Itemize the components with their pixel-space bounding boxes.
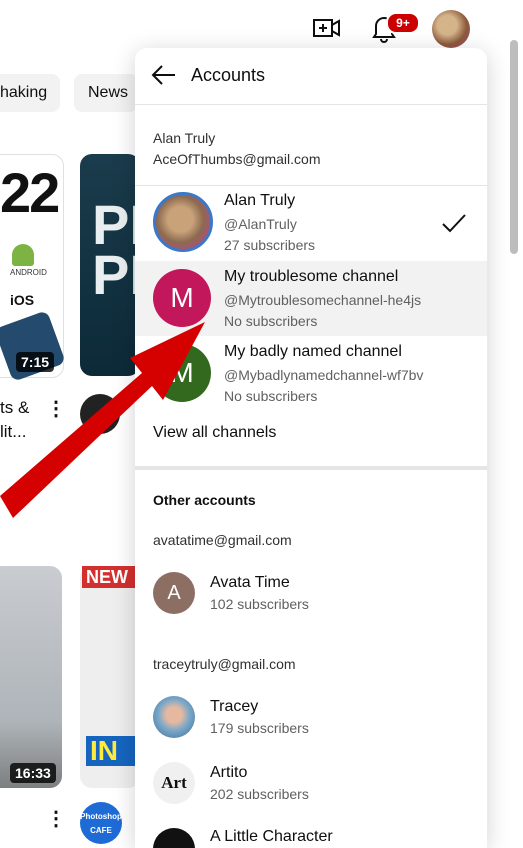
channel-handle: @Mybadlynamedchannel-wf7bv [224,367,424,383]
channel-item-alan-truly[interactable]: Alan Truly @AlanTruly 27 subscribers [135,186,487,261]
channel-name: Alan Truly [224,192,296,209]
avatar: A [153,572,195,614]
video-thumbnail[interactable] [0,566,62,788]
account-email: traceytruly@gmail.com [153,656,296,672]
divider [135,466,487,470]
account-name: Artito [210,764,248,781]
view-all-channels-link[interactable]: View all channels [153,424,276,442]
channel-avatar[interactable]: Photoshop CAFE [80,802,122,844]
filter-chip-news[interactable]: News [74,74,138,112]
avatar [153,192,213,252]
account-subscribers: 202 subscribers [210,786,309,802]
back-arrow-icon[interactable] [151,62,177,88]
thumbnail-text: 22 [0,161,60,224]
channel-subscribers: No subscribers [224,388,318,404]
channel-name: My troublesome channel [224,268,399,285]
other-accounts-header: Other accounts [153,492,256,508]
create-video-icon[interactable] [312,14,342,42]
filter-chip[interactable]: haking [0,74,60,112]
accounts-panel: Accounts Alan Truly AceOfThumbs@gmail.co… [135,48,487,848]
scrollbar[interactable] [510,40,518,254]
thumbnail-text: ANDROID [10,268,47,277]
account-email: avatatime@gmail.com [153,532,292,548]
channel-item-my-troublesome-channel[interactable]: M My troublesome channel @Mytroublesomec… [135,261,487,336]
panel-title: Accounts [191,65,266,85]
account-subscribers: 102 subscribers [210,596,309,612]
channel-avatar[interactable] [80,394,120,434]
channel-name: My badly named channel [224,343,402,360]
account-name: A Little Character [210,828,333,845]
current-account-email: AceOfThumbs@gmail.com [153,151,321,167]
thumbnail-banner: NEW [82,566,142,588]
account-subscribers: 179 subscribers [210,720,309,736]
notification-badge: 9+ [386,12,420,34]
account-name: Avata Time [210,574,290,591]
channel-handle: @AlanTruly [224,216,297,232]
panel-header: Accounts [135,48,487,105]
video-title-line: lit... [0,422,27,441]
android-icon [12,244,34,266]
check-icon [442,214,466,233]
channel-subscribers: No subscribers [224,313,318,329]
avatar [153,828,195,848]
channel-handle: @Mytroublesomechannel-he4js [224,292,422,308]
video-duration: 7:15 [16,352,55,372]
account-avatar-button[interactable] [432,10,470,48]
current-account-name: Alan Truly [153,130,216,146]
thumbnail-banner: IN [86,736,142,766]
avatar: M [153,344,211,402]
channel-subscribers: 27 subscribers [224,237,316,253]
video-title[interactable]: ts & lit... [0,396,29,444]
video-title-line: ts & [0,398,30,417]
more-options-icon[interactable]: ⋮ [46,396,66,421]
video-duration: 16:33 [10,763,56,783]
avatar [153,696,195,738]
more-options-icon[interactable]: ⋮ [46,806,66,831]
avatar: M [153,269,211,327]
account-name: Tracey [210,698,259,715]
channel-item-my-badly-named-channel[interactable]: M My badly named channel @Mybadlynamedch… [135,336,487,411]
thumbnail-text: iOS [10,292,35,308]
avatar: Art [153,762,195,804]
